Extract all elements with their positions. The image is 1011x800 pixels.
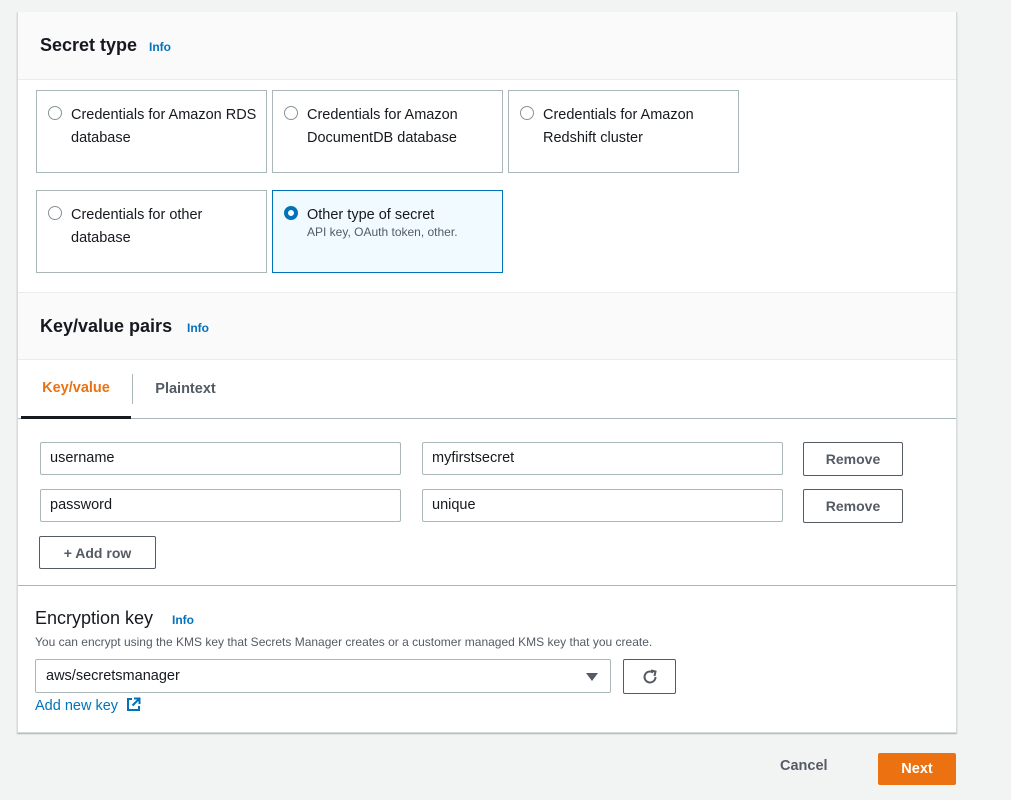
add-row-button[interactable]: + Add row [39,536,156,569]
next-button[interactable]: Next [878,753,956,785]
secret-type-header: Secret type Info [18,12,956,80]
option-label: Credentials for Amazon Redshift cluster [543,107,694,146]
encryption-info-link[interactable]: Info [172,613,194,627]
tab-key-value[interactable]: Key/value [21,359,131,419]
add-new-key-link[interactable]: Add new key [35,697,141,714]
secret-type-option-other-database[interactable]: Credentials for other database [36,190,267,273]
refresh-icon [643,669,657,684]
kv-pairs-info-link[interactable]: Info [187,321,209,335]
selected-key-value: aws/secretsmanager [46,668,180,684]
remove-row-button[interactable]: Remove [803,489,903,523]
encryption-description: You can encrypt using the KMS key that S… [35,635,653,649]
encryption-title: Encryption key [35,608,154,628]
radio-button-selected[interactable] [284,206,298,220]
radio-button[interactable] [284,106,298,120]
key-input[interactable]: password [40,489,401,522]
secret-form-panel: Secret type Info Credentials for Amazon … [17,12,957,733]
cancel-button[interactable]: Cancel [780,758,828,774]
add-new-key-label: Add new key [35,698,119,714]
secret-type-info-link[interactable]: Info [149,40,171,54]
caret-down-icon [586,673,598,681]
radio-button[interactable] [520,106,534,120]
option-label: Credentials for other database [71,207,203,246]
external-link-icon [127,697,141,711]
option-label: Credentials for Amazon DocumentDB databa… [307,107,458,146]
option-description: API key, OAuth token, other. [307,225,458,239]
kv-tabs: Key/value Plaintext [18,359,956,419]
secret-type-option-rds[interactable]: Credentials for Amazon RDS database [36,90,267,173]
key-input[interactable]: username [40,442,401,475]
secret-type-option-redshift[interactable]: Credentials for Amazon Redshift cluster [508,90,739,173]
option-label: Other type of secret [307,207,435,223]
radio-button[interactable] [48,106,62,120]
secret-type-option-other-secret[interactable]: Other type of secret API key, OAuth toke… [272,190,503,273]
radio-button[interactable] [48,206,62,220]
section-divider [18,585,956,586]
remove-row-button[interactable]: Remove [803,442,903,476]
tab-plaintext[interactable]: Plaintext [143,359,228,419]
kv-pairs-title: Key/value pairs [40,316,173,336]
tab-divider [132,374,133,404]
secret-type-title: Secret type [40,35,138,55]
value-input[interactable]: unique [422,489,783,522]
refresh-button[interactable] [623,659,676,694]
value-input[interactable]: myfirstsecret [422,442,783,475]
kv-pairs-header: Key/value pairs Info [18,292,956,360]
secret-type-option-documentdb[interactable]: Credentials for Amazon DocumentDB databa… [272,90,503,173]
encryption-key-select[interactable]: aws/secretsmanager [35,659,611,693]
option-label: Credentials for Amazon RDS database [71,107,257,146]
